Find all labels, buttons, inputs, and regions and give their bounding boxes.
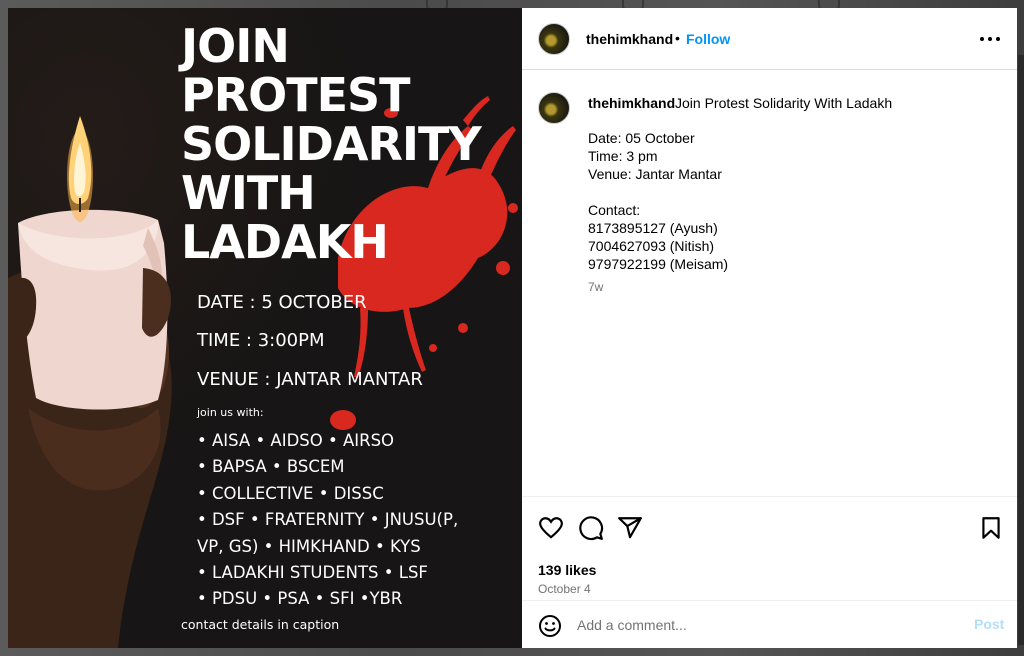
poster-headline: JOIN PROTEST SOLIDARITY WITH LADAKH (181, 19, 482, 269)
separator-dot: • (675, 30, 680, 46)
poster-venue: VENUE : JANTAR MANTAR (197, 369, 423, 390)
poster-time: TIME : 3:00PM (197, 330, 325, 351)
comment-icon[interactable] (578, 515, 604, 541)
poster-org-line: • DSF • FRATERNITY • JNUSU(P, (197, 510, 459, 530)
caption-line: 9797922199 (Meisam) (588, 256, 729, 272)
background-feed-strip (1018, 55, 1024, 645)
caption-line: Time: 3 pm (588, 148, 658, 164)
post-date[interactable]: October 4 (538, 582, 591, 596)
heart-icon[interactable] (538, 515, 564, 541)
caption-line: Venue: Jantar Mantar (588, 166, 722, 182)
caption-line: Date: 05 October (588, 130, 695, 146)
post-details-panel: thehimkhand • Follow thehimkhand Join Pr… (522, 8, 1017, 648)
caption-username[interactable]: thehimkhand (588, 95, 675, 111)
emoji-icon[interactable] (538, 614, 562, 638)
poster-org-line: • BAPSA • BSCEM (197, 457, 345, 477)
more-horizontal-icon[interactable] (978, 26, 1002, 50)
caption-avatar[interactable] (538, 92, 570, 124)
post-image: JOIN PROTEST SOLIDARITY WITH LADAKH DATE… (8, 8, 522, 648)
caption-line: Contact: (588, 202, 641, 218)
poster-date: DATE : 5 OCTOBER (197, 292, 367, 313)
poster-org-line: • AISA • AIDSO • AIRSO (197, 431, 395, 450)
caption-line: 7004627093 (Nitish) (588, 238, 715, 254)
caption-age[interactable]: 7w (588, 280, 603, 294)
poster-join-label: join us with: (197, 406, 264, 419)
poster-contact-note: contact details in caption (181, 617, 340, 632)
poster-org-line: VP, GS) • HIMKHAND • KYS (197, 536, 421, 556)
follow-button[interactable]: Follow (686, 31, 730, 47)
share-icon[interactable] (617, 515, 643, 541)
post-comment-button[interactable]: Post (974, 616, 1004, 632)
bookmark-icon[interactable] (978, 515, 1004, 541)
caption-title: Join Protest Solidarity With Ladakh (675, 95, 893, 111)
poster-org-line: • COLLECTIVE • DISSC (197, 483, 384, 503)
comment-bar: Post (522, 600, 1017, 648)
comment-input[interactable] (577, 612, 957, 638)
poster-org-list: • AISA • AIDSO • AIRSO • BAPSA • BSCEM •… (197, 428, 458, 613)
post-header: thehimkhand • Follow (522, 8, 1017, 70)
poster-org-line: • PDSU • PSA • SFI •YBR (197, 589, 403, 609)
likes-count[interactable]: 139 likes (538, 562, 596, 578)
poster-org-line: • LADAKHI STUDENTS • LSF (197, 563, 428, 583)
caption-line: 8173895127 (Ayush) (588, 220, 718, 236)
author-username[interactable]: thehimkhand (586, 31, 673, 47)
author-avatar[interactable] (538, 23, 570, 55)
